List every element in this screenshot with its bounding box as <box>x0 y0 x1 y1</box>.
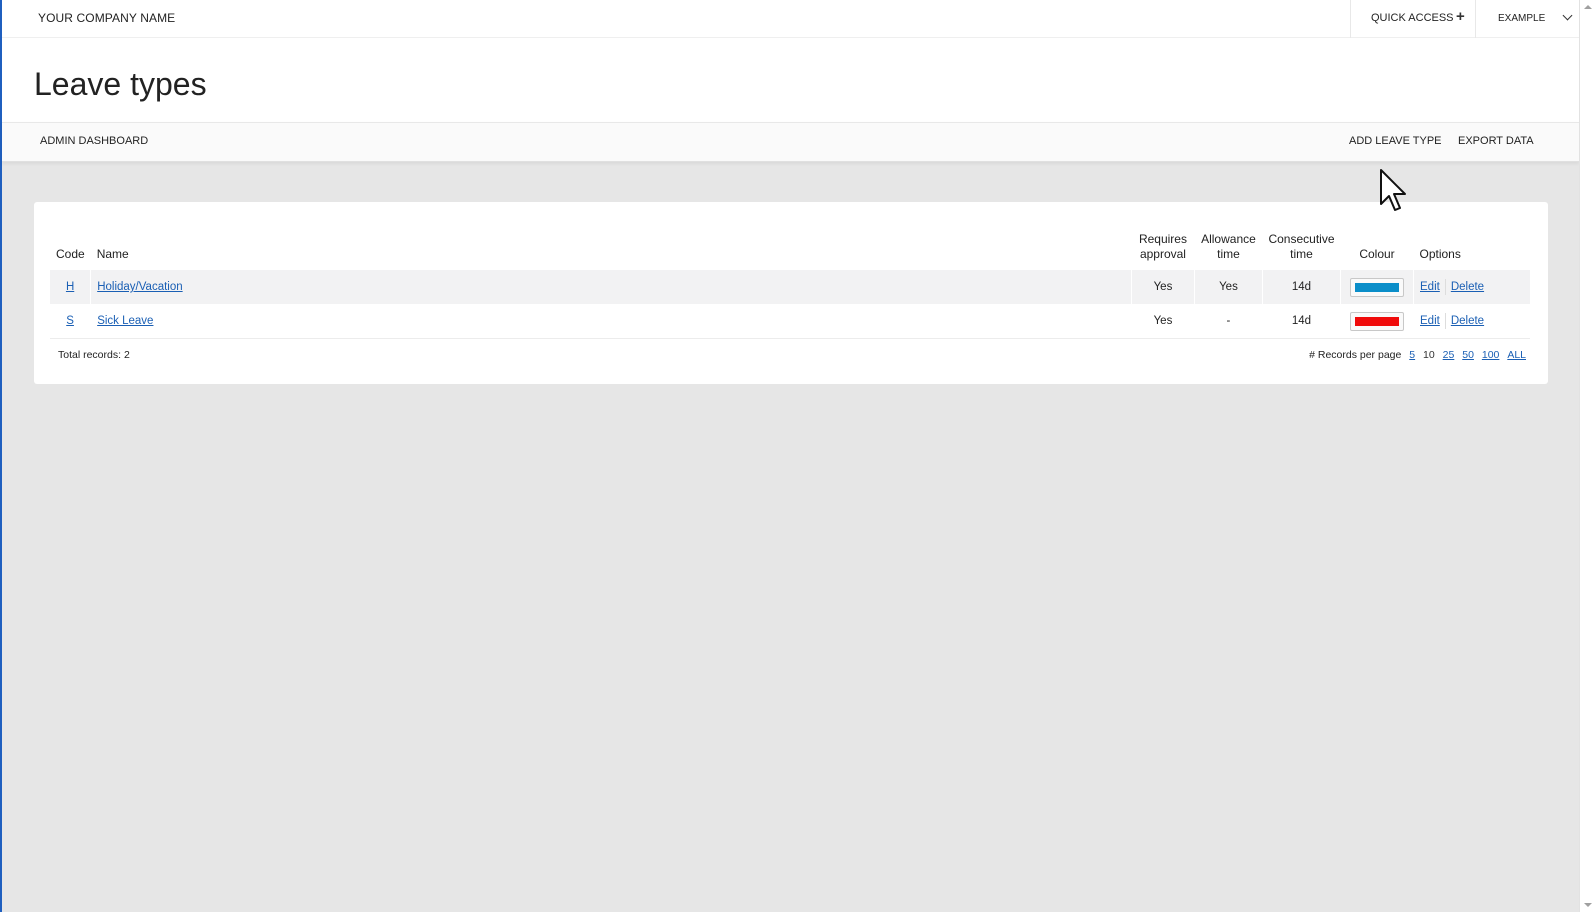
table-row: H Holiday/Vacation Yes Yes 14d Edit Delet… <box>50 270 1530 304</box>
export-data-button[interactable]: EXPORT DATA <box>1458 135 1534 147</box>
title-area: Leave types <box>2 38 1579 122</box>
quick-access-label: QUICK ACCESS <box>1371 12 1454 24</box>
colour-cell <box>1340 304 1414 339</box>
per-page-option-25[interactable]: 25 <box>1443 349 1455 361</box>
page-title: Leave types <box>34 66 207 102</box>
requires-approval-cell: Yes <box>1130 304 1195 339</box>
total-records: Total records: 2 <box>58 349 130 361</box>
code-cell: S <box>50 304 91 339</box>
edit-link[interactable]: Edit <box>1420 315 1440 327</box>
code-link[interactable]: H <box>66 281 74 293</box>
user-menu[interactable]: EXAMPLE <box>1476 0 1579 38</box>
column-header-colour: Colour <box>1359 247 1395 261</box>
table-row: S Sick Leave Yes - 14d Edit Delete <box>50 304 1530 339</box>
column-header-text: time <box>1290 247 1313 261</box>
user-menu-label: EXAMPLE <box>1498 13 1546 24</box>
options-cell: Edit Delete <box>1413 270 1530 304</box>
top-bar: YOUR COMPANY NAME QUICK ACCESS + EXAMPLE <box>2 0 1579 38</box>
colour-swatch-fill <box>1355 282 1399 292</box>
column-header-text: time <box>1217 247 1240 261</box>
colour-cell <box>1340 270 1414 304</box>
leave-types-table: Code Name Requires approval Allowance ti… <box>50 232 1530 339</box>
code-cell: H <box>50 270 91 304</box>
name-link[interactable]: Sick Leave <box>97 315 153 327</box>
column-header-consecutive-time: Consecutive time <box>1262 232 1340 270</box>
consecutive-time-cell: 14d <box>1261 270 1341 304</box>
colour-swatch[interactable] <box>1350 311 1404 331</box>
scroll-up-icon[interactable] <box>1584 5 1592 9</box>
column-header-text: approval <box>1139 247 1186 261</box>
colour-swatch-fill <box>1355 316 1399 326</box>
name-link[interactable]: Holiday/Vacation <box>97 281 182 293</box>
name-cell: Holiday/Vacation <box>90 270 1132 304</box>
records-per-page: # Records per page 5 10 25 50 100 ALL <box>1309 349 1526 361</box>
column-header-name: Name <box>96 247 129 261</box>
column-header-text: Consecutive <box>1268 232 1335 246</box>
options-cell: Edit Delete <box>1413 304 1530 339</box>
column-header-text: Requires <box>1138 232 1187 246</box>
column-header-text: Allowance <box>1201 232 1256 246</box>
vertical-scrollbar[interactable] <box>1579 0 1596 912</box>
per-page-option-all[interactable]: ALL <box>1507 349 1526 361</box>
per-page-option-10[interactable]: 10 <box>1423 349 1435 361</box>
allowance-time-cell: - <box>1193 304 1263 339</box>
plus-icon: + <box>1456 8 1465 25</box>
delete-link[interactable]: Delete <box>1451 281 1484 293</box>
divider <box>1444 279 1446 295</box>
admin-dashboard-link[interactable]: ADMIN DASHBOARD <box>40 135 148 147</box>
per-page-option-100[interactable]: 100 <box>1482 349 1500 361</box>
colour-swatch[interactable] <box>1350 277 1404 297</box>
table-header-row: Code Name Requires approval Allowance ti… <box>50 232 1530 270</box>
requires-approval-cell: Yes <box>1130 270 1195 304</box>
scroll-down-icon[interactable] <box>1584 903 1592 907</box>
allowance-time-cell: Yes <box>1193 270 1263 304</box>
quick-access-button[interactable]: QUICK ACCESS + <box>1350 0 1476 38</box>
column-header-requires-approval: Requires approval <box>1131 232 1194 270</box>
column-header-code: Code <box>56 247 85 261</box>
leave-types-card: Code Name Requires approval Allowance ti… <box>34 202 1548 384</box>
add-leave-type-button[interactable]: ADD LEAVE TYPE <box>1349 135 1442 147</box>
sub-navigation: ADMIN DASHBOARD ADD LEAVE TYPE EXPORT DA… <box>2 122 1579 162</box>
chevron-down-icon <box>1562 10 1573 21</box>
per-page-option-5[interactable]: 5 <box>1409 349 1415 361</box>
code-link[interactable]: S <box>66 315 74 327</box>
edit-link[interactable]: Edit <box>1420 281 1440 293</box>
column-header-allowance-time: Allowance time <box>1194 232 1262 270</box>
company-name: YOUR COMPANY NAME <box>38 11 176 25</box>
records-per-page-label: # Records per page <box>1309 349 1402 361</box>
delete-link[interactable]: Delete <box>1451 315 1484 327</box>
name-cell: Sick Leave <box>90 304 1132 339</box>
consecutive-time-cell: 14d <box>1261 304 1341 339</box>
column-header-options: Options <box>1419 247 1461 261</box>
per-page-option-50[interactable]: 50 <box>1462 349 1474 361</box>
divider <box>1444 313 1446 329</box>
